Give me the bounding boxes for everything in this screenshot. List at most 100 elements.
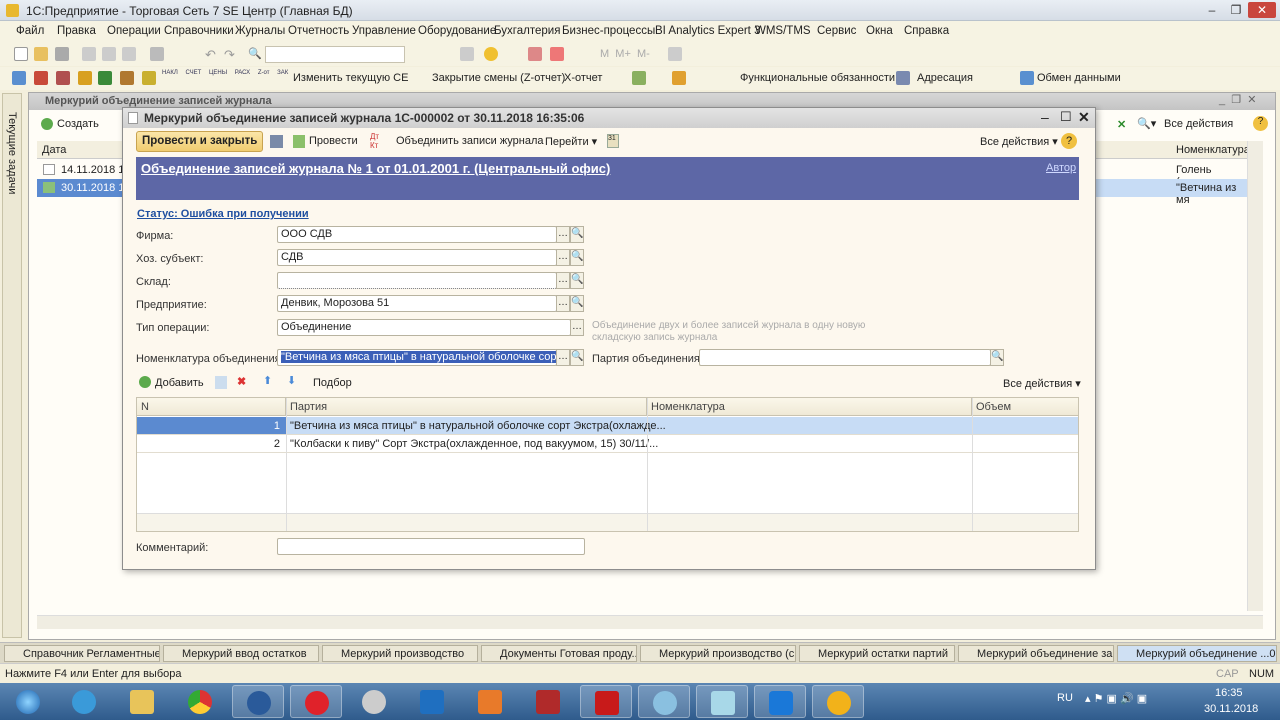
- menu-accounting[interactable]: Бухгалтерия: [494, 25, 560, 37]
- x-report-button[interactable]: X-отчет: [564, 72, 602, 84]
- firm-select-button[interactable]: …: [556, 226, 570, 243]
- print-icon[interactable]: [150, 47, 164, 61]
- calendar-icon[interactable]: [550, 47, 564, 61]
- window-tab[interactable]: Меркурий объединение за...: [958, 645, 1114, 662]
- clock-time[interactable]: 16:35: [1215, 687, 1243, 699]
- taskbar-ie-icon[interactable]: [58, 685, 110, 718]
- menu-journals[interactable]: Журналы: [235, 25, 285, 37]
- menu-help[interactable]: Справка: [904, 25, 949, 37]
- start-button[interactable]: [2, 685, 52, 718]
- close-button[interactable]: ✕: [1248, 2, 1276, 18]
- batch-search-icon[interactable]: 🔍: [990, 349, 1004, 366]
- col-nomenclature[interactable]: Номенклатура: [647, 398, 972, 416]
- taskbar-snipping-icon[interactable]: [348, 685, 400, 718]
- change-ce-button[interactable]: Изменить текущую СЕ: [293, 72, 408, 84]
- window-tab-active[interactable]: Меркурий объединение ...06: [1117, 645, 1277, 662]
- optype-field[interactable]: Объединение: [277, 319, 571, 336]
- table-row[interactable]: 2 "Колбаски к пиву" Сорт Экстра(охлажден…: [137, 435, 1078, 453]
- status-link[interactable]: Статус: Ошибка при получении: [137, 208, 309, 220]
- bg-window-controls[interactable]: _ ❐ ✕: [1219, 93, 1256, 106]
- col-batch[interactable]: Партия: [286, 398, 647, 416]
- taskbar-outlook-icon[interactable]: [406, 685, 458, 718]
- col-date[interactable]: Дата: [42, 144, 66, 156]
- window-tab[interactable]: Документы Готовая проду...: [481, 645, 637, 662]
- info-icon[interactable]: [484, 47, 498, 61]
- merge-records-button[interactable]: Объединить записи журнала: [396, 135, 544, 147]
- person-icon[interactable]: [672, 71, 686, 85]
- dt-kt-icon[interactable]: Дт Кт: [370, 132, 379, 150]
- window-tab[interactable]: Меркурий производство: [322, 645, 478, 662]
- menu-catalogs[interactable]: Справочники: [164, 25, 234, 37]
- taskbar-paint-icon[interactable]: [638, 685, 690, 718]
- menu-wms[interactable]: WMS/TMS: [755, 25, 811, 37]
- menu-service[interactable]: Сервис: [817, 25, 856, 37]
- current-tasks-panel[interactable]: Текущие задачи: [2, 93, 22, 638]
- menu-business-processes[interactable]: Бизнес-процессы: [562, 25, 655, 37]
- pick-button[interactable]: Подбор: [313, 377, 352, 389]
- menu-file[interactable]: Файл: [16, 25, 44, 37]
- delete-row-icon[interactable]: ✖: [237, 375, 246, 388]
- col-nomenclature[interactable]: Номенклатура: [1176, 144, 1250, 156]
- tray-icons[interactable]: ▴ ⚑ ▣ 🔊 ▣: [1085, 692, 1147, 705]
- language-indicator[interactable]: RU: [1057, 692, 1073, 704]
- redo-icon[interactable]: ↷: [224, 47, 238, 62]
- windows-icon[interactable]: [460, 47, 474, 61]
- help-icon[interactable]: ?: [1253, 116, 1268, 131]
- warehouse-field[interactable]: [277, 272, 557, 289]
- calculator-icon[interactable]: [528, 47, 542, 61]
- table-all-actions-button[interactable]: Все действия ▾: [1003, 377, 1081, 390]
- warehouse-search-icon[interactable]: 🔍: [570, 272, 584, 289]
- close-shift-button[interactable]: Закрытие смены (Z-отчет): [432, 72, 565, 84]
- taskbar-explorer-icon[interactable]: [116, 685, 168, 718]
- tools-icon[interactable]: [668, 47, 682, 61]
- addressing-button[interactable]: Адресация: [917, 72, 973, 84]
- goto-button[interactable]: Перейти ▾: [545, 135, 597, 148]
- doc-shortcuts[interactable]: НАКЛ СЧЕТ ЦЕНЫ РАСХ Z-от ЗАК: [162, 70, 288, 76]
- window-tab[interactable]: Меркурий остатки партий: [799, 645, 955, 662]
- open-icon[interactable]: [34, 47, 48, 61]
- bg-all-actions-button[interactable]: Все действия: [1164, 118, 1233, 130]
- create-button[interactable]: Создать: [57, 118, 99, 130]
- subject-field[interactable]: СДВ: [277, 249, 557, 266]
- nom-select-button[interactable]: …: [556, 349, 570, 366]
- taskbar-thunderbird-icon[interactable]: [232, 685, 284, 718]
- taskbar-chrome-icon[interactable]: [174, 685, 226, 718]
- firm-search-icon[interactable]: 🔍: [570, 226, 584, 243]
- menu-management[interactable]: Управление: [352, 25, 416, 37]
- undo-icon[interactable]: ↶: [205, 47, 219, 62]
- save-icon[interactable]: [270, 135, 283, 148]
- menu-bi-analytics[interactable]: BI Analytics Expert 3: [655, 25, 760, 37]
- dialog-close-button[interactable]: ✕: [1078, 109, 1090, 126]
- exchange-button[interactable]: Обмен данными: [1037, 72, 1121, 84]
- col-volume[interactable]: Объем: [972, 398, 1078, 416]
- menu-reports[interactable]: Отчетность: [288, 25, 349, 37]
- move-down-icon[interactable]: ⬇: [287, 374, 296, 387]
- taskbar-acrobat-icon[interactable]: [580, 685, 632, 718]
- vertical-scrollbar[interactable]: [1247, 141, 1263, 611]
- copy-row-icon[interactable]: [215, 376, 227, 389]
- comment-field[interactable]: [277, 538, 585, 555]
- clock-date[interactable]: 30.11.2018: [1204, 703, 1258, 715]
- taskbar-app-a-icon[interactable]: [464, 685, 516, 718]
- box-icon[interactable]: [120, 71, 134, 85]
- copy-icon[interactable]: [102, 47, 116, 61]
- cut-icon[interactable]: [82, 47, 96, 61]
- window-tab[interactable]: Справочник Регламентные...: [4, 645, 160, 662]
- clear-search-icon[interactable]: ✕: [1117, 118, 1126, 131]
- taskbar-opera-icon[interactable]: [290, 685, 342, 718]
- report-icon[interactable]: [632, 71, 646, 85]
- help-icon[interactable]: ?: [1061, 133, 1077, 149]
- search-input[interactable]: [265, 46, 405, 63]
- catalog-icon[interactable]: [12, 71, 26, 85]
- window-tab[interactable]: Меркурий производство (с...: [640, 645, 796, 662]
- minimize-button[interactable]: –: [1200, 2, 1224, 18]
- post-and-close-button[interactable]: Провести и закрыть: [136, 131, 264, 152]
- taskbar-1c-icon[interactable]: [812, 685, 864, 718]
- batch-field[interactable]: [699, 349, 991, 366]
- col-n[interactable]: N: [137, 398, 286, 416]
- dialog-maximize-button[interactable]: ☐: [1060, 109, 1072, 125]
- horizontal-scrollbar[interactable]: [37, 615, 1263, 629]
- dialog-minimize-button[interactable]: –: [1041, 109, 1049, 125]
- new-icon[interactable]: [14, 47, 28, 61]
- duties-button[interactable]: Функциональные обязанности: [740, 72, 895, 84]
